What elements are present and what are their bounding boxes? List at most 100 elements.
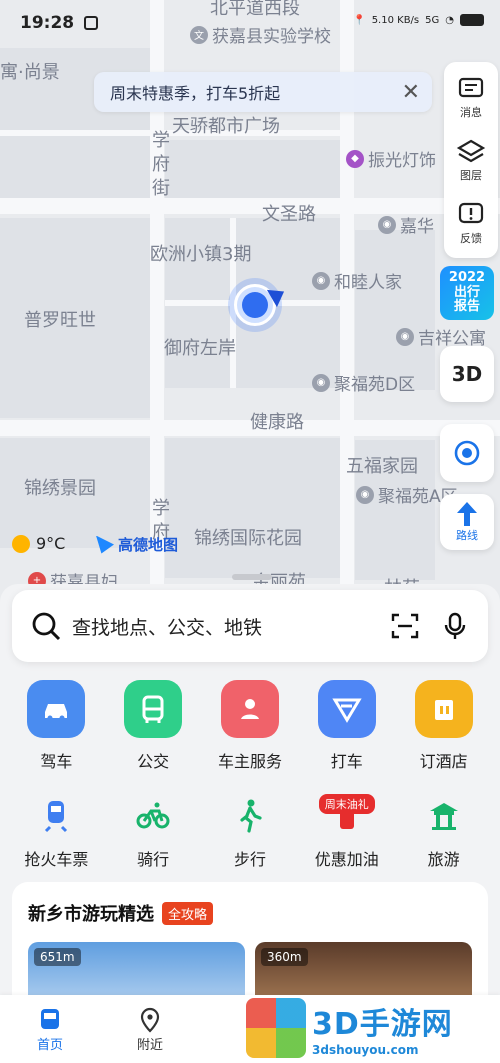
map-poi[interactable]: ◆ 振光灯饰: [346, 146, 436, 171]
card-title: 新乡市游玩精选: [28, 904, 154, 925]
building-icon: ◉: [312, 271, 330, 290]
service-cycling[interactable]: 骑行: [107, 794, 199, 870]
map-poi[interactable]: ◉ 嘉华: [378, 212, 434, 237]
service-label: 公交: [137, 752, 170, 771]
building-icon: ◉: [356, 485, 374, 504]
tab-home[interactable]: 首页: [0, 1006, 100, 1053]
tab-label: 首页: [36, 1037, 63, 1053]
status-icons: 📍 5.10 KB/s 5G ◔: [353, 14, 484, 26]
service-owner[interactable]: 车主服务: [204, 680, 296, 772]
locate-me-button[interactable]: [440, 424, 494, 482]
map-label: 锦绣国际花园: [194, 528, 302, 549]
watermark-url: 3dshouyou.com: [312, 1043, 419, 1057]
feedback-button[interactable]: 反馈: [456, 200, 486, 246]
map-label: 文圣路: [262, 204, 316, 225]
walk-icon: [232, 794, 268, 836]
shop-icon: ◆: [346, 149, 364, 168]
owner-service-icon: [220, 680, 279, 738]
location-pin-icon: [140, 1007, 160, 1033]
map-label: 学府街: [149, 130, 170, 202]
service-bus[interactable]: 公交: [107, 680, 199, 772]
service-hotel[interactable]: 订酒店: [398, 680, 490, 772]
tab-label: 附近: [136, 1037, 163, 1053]
status-time: 19:28: [20, 13, 75, 33]
message-icon: [458, 78, 484, 98]
service-label: 骑行: [137, 850, 170, 869]
search-input[interactable]: 查找地点、公交、地铁: [72, 613, 370, 640]
car-icon: [27, 680, 86, 738]
watermark-logo-icon: [246, 998, 306, 1058]
feedback-icon: [458, 202, 484, 223]
map-poi[interactable]: ◉ 和睦人家: [312, 268, 402, 293]
hotel-icon: [414, 680, 473, 738]
brand-logo: 高德地图: [96, 534, 178, 555]
feedback-label: 反馈: [460, 231, 482, 245]
service-label: 抢火车票: [24, 850, 89, 869]
promo-text: 周末特惠季，打车5折起: [110, 84, 281, 103]
travel-report-button[interactable]: 2022 出行 报告: [440, 266, 494, 320]
layer-button[interactable]: 图层: [456, 137, 486, 183]
service-label: 订酒店: [419, 752, 468, 771]
map-label: 普罗旺世: [24, 310, 96, 331]
search-bar[interactable]: 查找地点、公交、地铁: [12, 590, 488, 662]
fuel-icon: 周末油礼: [318, 794, 375, 836]
route-arrow-icon: [457, 502, 477, 526]
map-label: 五福家园: [346, 456, 418, 477]
amap-logo-icon: [96, 535, 114, 554]
fuel-badge: 周末油礼: [318, 794, 375, 814]
train-icon: [38, 794, 74, 836]
layers-icon: [456, 139, 486, 163]
close-icon[interactable]: ✕: [402, 80, 420, 105]
service-travel[interactable]: 旅游: [398, 794, 490, 870]
tab-nearby[interactable]: 附近: [100, 1006, 200, 1053]
brand-name: 高德地图: [118, 536, 179, 554]
promo-year: 2022: [448, 269, 486, 285]
drag-handle[interactable]: [232, 574, 272, 580]
building-icon: ◉: [312, 373, 330, 392]
location-status-icon: 📍: [353, 14, 366, 26]
promo-line2: 报告: [453, 299, 480, 315]
route-label: 路线: [456, 529, 478, 542]
notification-icon: [84, 16, 99, 30]
map-label: 寓·尚景: [0, 62, 60, 83]
map-poi[interactable]: ◉ 聚福苑D区: [312, 370, 415, 395]
card-tag[interactable]: 全攻略: [162, 901, 214, 925]
battery-icon: [460, 14, 484, 26]
service-label: 打车: [330, 752, 363, 771]
map-tool-panel: 消息 图层 反馈: [444, 62, 498, 258]
watermark-brand: 3D手游网: [312, 1007, 453, 1042]
bus-icon: [124, 680, 183, 738]
microphone-icon[interactable]: [440, 611, 470, 641]
distance-badge: 360m: [261, 948, 308, 966]
apartment-icon: ◉: [396, 327, 414, 346]
service-fuel[interactable]: 周末油礼 优惠加油: [301, 794, 393, 870]
net-speed: 5.10 KB/s: [371, 14, 420, 26]
temperature: 9°C: [36, 534, 66, 553]
service-train-ticket[interactable]: 抢火车票: [10, 794, 102, 870]
service-taxi[interactable]: 打车: [301, 680, 393, 772]
map-label: 健康路: [250, 412, 304, 433]
message-button[interactable]: 消息: [456, 74, 486, 120]
route-button[interactable]: 路线: [440, 494, 494, 550]
scan-icon[interactable]: [390, 611, 420, 641]
service-drive[interactable]: 驾车: [10, 680, 102, 772]
sun-icon: [12, 534, 30, 553]
service-walking[interactable]: 步行: [204, 794, 296, 870]
service-label: 优惠加油: [314, 850, 379, 869]
pavilion-icon: [426, 794, 462, 836]
message-label: 消息: [460, 106, 482, 120]
weather-widget[interactable]: 9°C: [12, 534, 65, 553]
service-label: 旅游: [427, 850, 460, 869]
bicycle-icon: [135, 794, 171, 836]
service-grid: 驾车 公交 车主服务 打车 订酒店 抢火车票 骑行 步行 周末油礼 优惠加油 旅…: [0, 680, 500, 870]
promo-banner[interactable]: 周末特惠季，打车5折起 ✕: [94, 72, 432, 112]
taxi-icon: [317, 680, 376, 738]
home-bus-icon: [41, 1008, 59, 1029]
building-icon: ◉: [378, 215, 396, 234]
locate-icon: [454, 440, 480, 466]
watermark: 3D手游网 3dshouyou.com: [246, 998, 453, 1058]
service-label: 驾车: [40, 752, 73, 771]
layer-label: 图层: [460, 168, 482, 182]
toggle-3d-button[interactable]: 3D: [440, 346, 494, 402]
service-label: 车主服务: [217, 752, 282, 771]
